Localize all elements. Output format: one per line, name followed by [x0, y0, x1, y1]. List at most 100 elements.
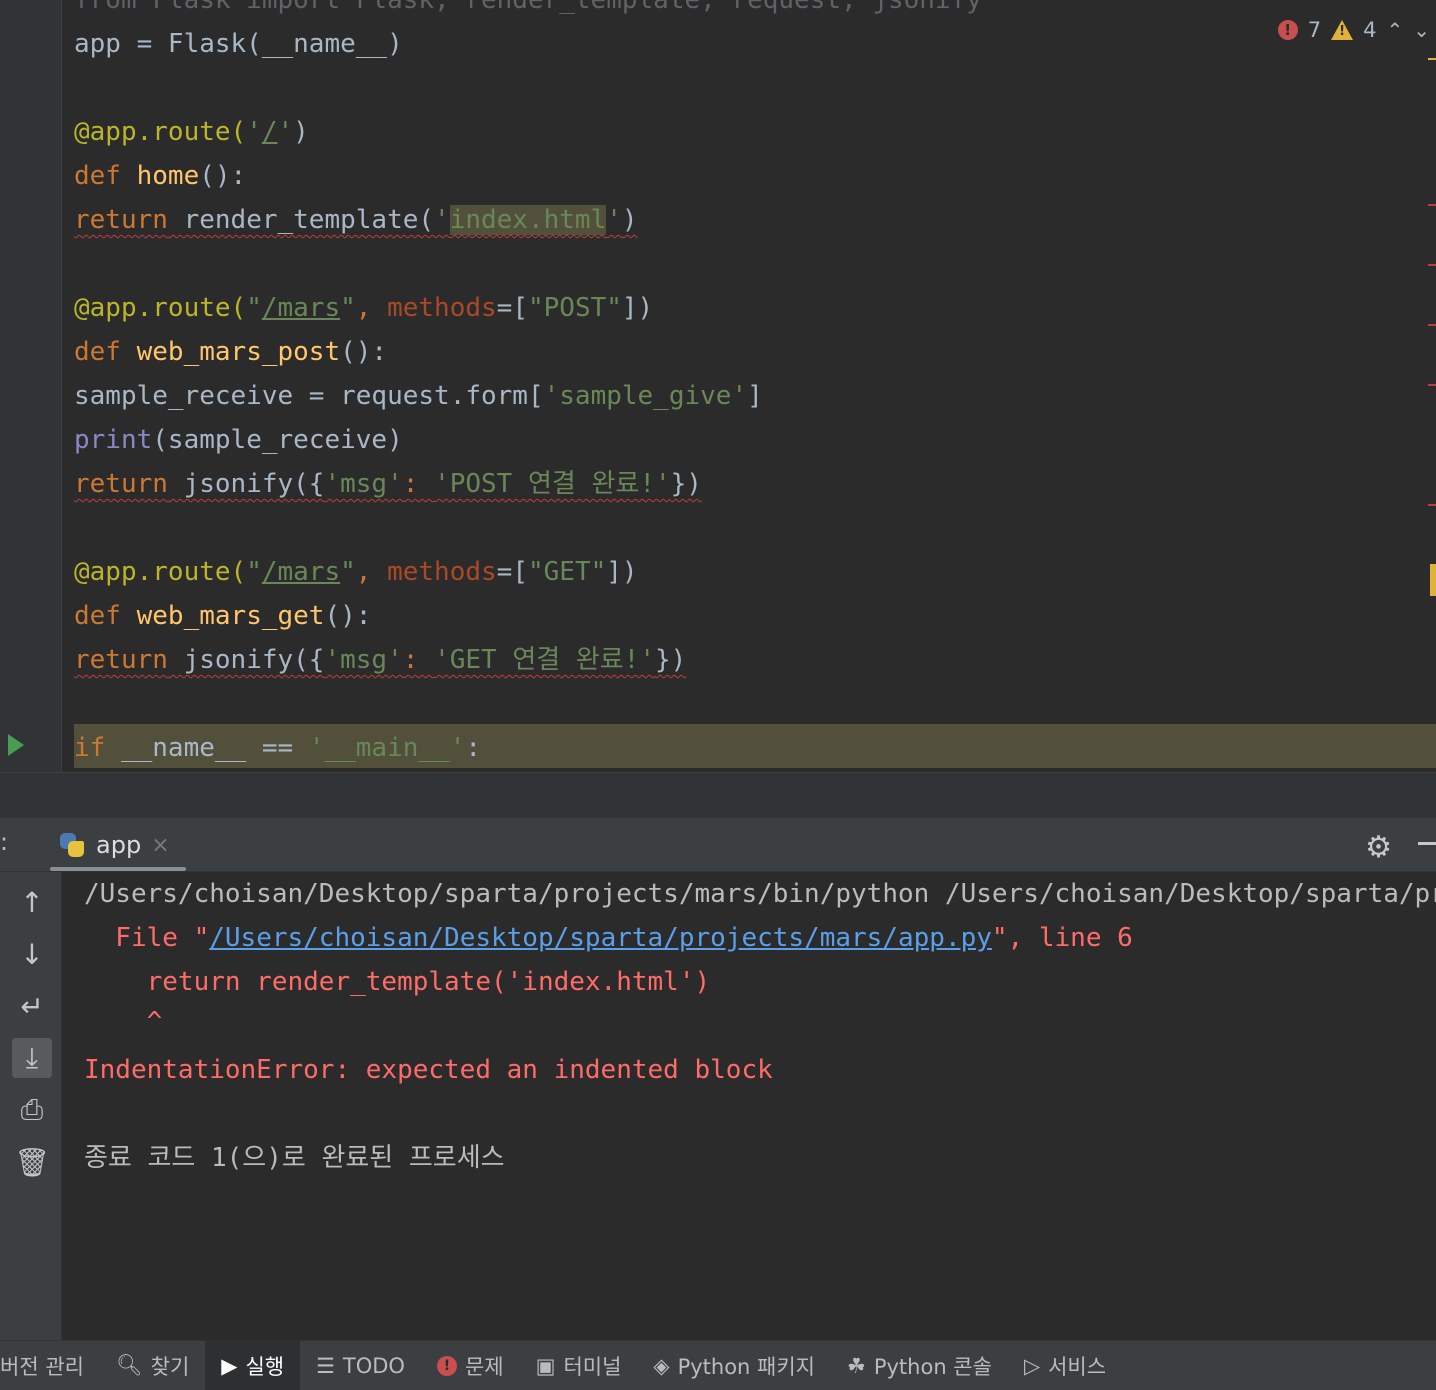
code-token: render_template(: [167, 205, 435, 235]
run-toolbar: ↑ ↓ ↵ ⤓ ⎙ 🗑: [0, 872, 62, 1340]
code-token: def: [74, 337, 137, 367]
code-token: methods: [387, 557, 497, 587]
scroll-marker[interactable]: [1428, 324, 1436, 326]
code-token: 'sample_give': [543, 381, 748, 411]
scroll-marker[interactable]: [1428, 384, 1436, 386]
tool-tab-find[interactable]: 🔍︎ 찾기: [100, 1341, 205, 1390]
scroll-marker[interactable]: [1430, 564, 1436, 596]
code-token: web_mars_post: [136, 337, 341, 367]
code-token: = request.form[: [293, 381, 544, 411]
print-icon[interactable]: ⎙: [12, 1090, 52, 1130]
run-console[interactable]: /Users/choisan/Desktop/sparta/projects/m…: [62, 872, 1436, 1340]
error-count: 7: [1307, 18, 1322, 42]
close-icon[interactable]: ×: [151, 833, 169, 858]
error-message: IndentationError: expected an indented b…: [84, 1055, 773, 1085]
code-line[interactable]: def home():: [74, 154, 246, 198]
inspection-widget[interactable]: ! 7 ! 4 ⌃ ⌄: [1277, 14, 1436, 46]
code-token: ": [246, 557, 262, 587]
code-line[interactable]: return render_template('index.html'): [74, 198, 638, 242]
scroll-to-end-icon[interactable]: ⤓: [12, 1038, 52, 1078]
scroll-marker[interactable]: [1428, 504, 1436, 506]
traceback-file-link[interactable]: /Users/choisan/Desktop/sparta/projects/m…: [209, 923, 992, 953]
scroll-marker[interactable]: [1428, 264, 1436, 266]
code-line[interactable]: sample_receive = request.form['sample_gi…: [74, 374, 763, 418]
code-token: app = Flask(__name__): [74, 29, 403, 59]
code-line[interactable]: if __name__ == '__main__':: [74, 726, 481, 770]
code-line[interactable]: from Flask import Flask, render_template…: [74, 0, 982, 22]
code-line[interactable]: print(sample_receive): [74, 418, 403, 462]
code-token: =[: [496, 557, 528, 587]
code-area[interactable]: from Flask import Flask, render_template…: [74, 0, 1424, 772]
code-token: ]): [621, 293, 654, 323]
code-line[interactable]: @app.route("/mars", methods=["POST"]): [74, 286, 653, 330]
tool-tab-python-packages[interactable]: ◈ Python 패키지: [637, 1341, 831, 1390]
code-line[interactable]: return jsonify({'msg': 'GET 연결 완료!'}): [74, 638, 686, 682]
code-token: }): [670, 469, 702, 499]
code-line[interactable]: @app.route("/mars", methods=["GET"]): [74, 550, 638, 594]
trash-icon[interactable]: 🗑: [12, 1142, 52, 1182]
code-token: ': [434, 205, 450, 235]
run-gutter-icon[interactable]: [8, 734, 24, 756]
minimize-icon[interactable]: [1418, 842, 1436, 845]
code-line[interactable]: @app.route('/'): [74, 110, 309, 154]
soft-wrap-icon[interactable]: ↵: [12, 986, 52, 1026]
code-token: return: [74, 645, 168, 675]
code-token: ): [293, 117, 309, 147]
tool-tab-python-console[interactable]: ☘ Python 콘솔: [831, 1341, 1008, 1390]
chevron-down-icon[interactable]: ⌄: [1413, 18, 1430, 42]
error-icon: !: [436, 1355, 457, 1376]
code-token: ": [246, 293, 262, 323]
tool-tab-label: Python 콘솔: [873, 1354, 992, 1379]
run-tab-label: app: [96, 831, 142, 859]
code-token: ': [246, 117, 262, 147]
python-icon: ☘: [847, 1353, 866, 1378]
code-token: return: [74, 469, 168, 499]
code-line[interactable]: def web_mars_post():: [74, 330, 387, 374]
code-token: :: [465, 733, 482, 763]
code-token: @app.route(: [74, 557, 247, 587]
code-token: ():: [340, 337, 388, 367]
panel-divider[interactable]: [0, 772, 1436, 818]
run-tab-app[interactable]: app ×: [50, 818, 178, 872]
tool-window-bar: 버전 관리 🔍︎ 찾기 ▶ 실행 ☰ TODO ! 문제 ▣ 터미널 ◈ Pyt…: [0, 1340, 1436, 1390]
tool-tab-services[interactable]: ▷ 서비스: [1008, 1341, 1122, 1390]
traceback-file-prefix: File ": [84, 923, 210, 953]
code-line[interactable]: return jsonify({'msg': 'POST 연결 완료!'}): [74, 462, 702, 506]
chevron-up-icon[interactable]: ⌃: [1386, 18, 1403, 42]
tool-tab-todo[interactable]: ☰ TODO: [300, 1341, 421, 1390]
tool-tab-problems[interactable]: ! 문제: [421, 1341, 520, 1390]
code-editor[interactable]: from Flask import Flask, render_template…: [0, 0, 1436, 772]
code-token: ():: [324, 601, 372, 631]
code-token: def: [74, 161, 137, 191]
gear-icon[interactable]: ⚙: [1365, 830, 1392, 865]
tool-tab-terminal[interactable]: ▣ 터미널: [520, 1341, 638, 1390]
code-token: __name__ ==: [120, 733, 309, 763]
code-token: /mars: [261, 557, 341, 587]
layers-icon: ◈: [653, 1353, 670, 1378]
code-token: /: [261, 117, 278, 147]
scroll-marker[interactable]: [1428, 204, 1436, 206]
code-token: }): [654, 645, 687, 675]
scroll-marker[interactable]: [1428, 58, 1436, 60]
code-token: 'GET 연결 완료!': [434, 645, 655, 675]
code-token: :: [402, 645, 435, 675]
code-token: jsonify({: [167, 469, 325, 499]
code-token: ': [606, 205, 622, 235]
code-token: '__main__': [308, 733, 466, 763]
traceback-caret: ^: [84, 1007, 163, 1037]
code-line[interactable]: def web_mars_get():: [74, 594, 371, 638]
tool-tab-label: 실행: [245, 1354, 285, 1379]
arrow-down-icon[interactable]: ↓: [12, 934, 52, 974]
code-token: 'msg': [324, 645, 403, 675]
code-line[interactable]: app = Flask(__name__): [74, 22, 403, 66]
code-token: 'msg': [324, 469, 403, 499]
traceback-file-line: File "/Users/choisan/Desktop/sparta/proj…: [84, 916, 1133, 960]
arrow-up-icon[interactable]: ↑: [12, 882, 52, 922]
code-token: /mars: [261, 293, 341, 323]
terminal-icon: ▣: [535, 1353, 556, 1378]
tool-tab-run[interactable]: ▶ 실행: [205, 1340, 301, 1390]
tool-tab-label: 찾기: [150, 1354, 190, 1379]
tool-tab-version-control[interactable]: 버전 관리: [0, 1341, 100, 1390]
code-token: return: [74, 205, 168, 235]
code-token: @app.route(: [74, 293, 247, 323]
